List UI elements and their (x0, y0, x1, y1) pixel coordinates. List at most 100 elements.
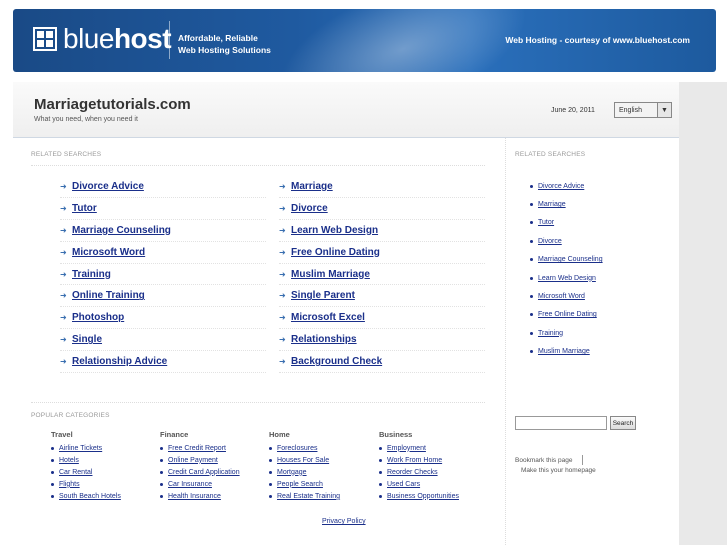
divider (31, 165, 485, 166)
related-search-link[interactable]: Marriage Counseling (72, 225, 171, 236)
bluehost-logo-icon (33, 27, 57, 51)
side-related-item: Learn Web Design (530, 269, 603, 287)
bookmark-link[interactable]: Bookmark this page (515, 457, 572, 464)
page-title: Marriagetutorials.com (34, 96, 191, 113)
related-search-link[interactable]: Relationship Advice (72, 356, 167, 367)
bluehost-logo[interactable]: bluehost (33, 23, 172, 55)
related-search-link[interactable]: Free Online Dating (291, 247, 380, 258)
category-column: Finance Free Credit Report Online Payment C… (160, 430, 240, 502)
bullet-icon (379, 482, 382, 486)
bullet-icon (160, 446, 163, 450)
bullet-icon (530, 313, 533, 317)
arrow-right-icon: ➜ (279, 225, 286, 235)
category-link[interactable]: Car Rental (59, 469, 92, 476)
category-link[interactable]: Real Estate Training (277, 493, 340, 500)
related-search-link[interactable]: Photoshop (72, 312, 124, 323)
category-link[interactable]: Work From Home (387, 457, 442, 464)
related-search-link[interactable]: Background Check (291, 356, 382, 367)
bullet-icon (530, 258, 533, 262)
category-link[interactable]: Used Cars (387, 481, 420, 488)
site-header: Marriagetutorials.com What you need, whe… (13, 82, 679, 138)
arrow-right-icon: ➜ (60, 181, 67, 191)
side-related-link[interactable]: Marriage (538, 201, 566, 208)
arrow-right-icon: ➜ (279, 181, 286, 191)
category-link[interactable]: Mortgage (277, 469, 307, 476)
category-item: Work From Home (379, 454, 459, 466)
category-link[interactable]: Business Opportunities (387, 493, 459, 500)
arrow-right-icon: ➜ (60, 247, 67, 257)
bullet-icon (51, 470, 54, 474)
related-search-link[interactable]: Divorce Advice (72, 181, 144, 192)
category-link[interactable]: South Beach Hotels (59, 493, 121, 500)
related-searches-side: Divorce Advice Marriage Tutor Divorce Marria… (530, 177, 603, 361)
side-related-item: Marriage (530, 195, 603, 213)
related-search-link[interactable]: Single Parent (291, 290, 355, 301)
category-heading: Finance (160, 430, 189, 439)
category-heading: Home (269, 430, 290, 439)
category-link[interactable]: Reorder Checks (387, 469, 438, 476)
related-search-link[interactable]: Tutor (72, 203, 97, 214)
category-item: Health Insurance (160, 490, 240, 502)
category-link[interactable]: Car Insurance (168, 481, 212, 488)
category-link[interactable]: Flights (59, 481, 80, 488)
related-search-link[interactable]: Online Training (72, 290, 145, 301)
arrow-right-icon: ➜ (279, 291, 286, 301)
related-search-item: ➜ Single (60, 329, 266, 352)
related-search-link[interactable]: Microsoft Word (72, 247, 145, 258)
category-link[interactable]: Employment (387, 445, 426, 452)
category-link[interactable]: Foreclosures (277, 445, 317, 452)
side-related-link[interactable]: Divorce (538, 238, 562, 245)
related-search-link[interactable]: Learn Web Design (291, 225, 378, 236)
bullet-icon (530, 295, 533, 299)
side-related-link[interactable]: Tutor (538, 219, 554, 226)
category-link[interactable]: Free Credit Report (168, 445, 226, 452)
chevron-down-icon[interactable]: ▼ (657, 103, 671, 117)
related-search-item: ➜ Divorce Advice (60, 176, 266, 198)
related-search-link[interactable]: Single (72, 334, 102, 345)
related-search-link[interactable]: Microsoft Excel (291, 312, 365, 323)
search-button[interactable]: Search (610, 416, 636, 430)
side-related-link[interactable]: Marriage Counseling (538, 256, 603, 263)
language-select[interactable]: English ▼ (614, 102, 672, 118)
category-link[interactable]: Health Insurance (168, 493, 221, 500)
related-search-link[interactable]: Marriage (291, 181, 333, 192)
side-related-item: Free Online Dating (530, 306, 603, 324)
related-search-link[interactable]: Divorce (291, 203, 328, 214)
related-searches-right: ➜ Marriage ➜ Divorce ➜ Learn Web Design ➜ Free … (279, 176, 485, 374)
category-item: Car Rental (51, 466, 121, 478)
category-list: Employment Work From Home Reorder Checks Us… (379, 442, 459, 502)
bullet-icon (51, 494, 54, 498)
category-item: Houses For Sale (269, 454, 340, 466)
search-input[interactable] (515, 416, 607, 430)
bullet-icon (530, 350, 533, 354)
bullet-icon (530, 184, 533, 188)
category-item: Online Payment (160, 454, 240, 466)
category-link[interactable]: Houses For Sale (277, 457, 329, 464)
arrow-right-icon: ➜ (60, 203, 67, 213)
side-related-link[interactable]: Microsoft Word (538, 293, 585, 300)
category-link[interactable]: People Search (277, 481, 323, 488)
side-related-link[interactable]: Muslim Marriage (538, 348, 590, 355)
side-related-link[interactable]: Free Online Dating (538, 311, 597, 318)
bullet-icon (379, 494, 382, 498)
category-link[interactable]: Online Payment (168, 457, 218, 464)
side-related-link[interactable]: Divorce Advice (538, 183, 584, 190)
privacy-policy-link[interactable]: Privacy Policy (322, 518, 366, 525)
related-search-link[interactable]: Muslim Marriage (291, 269, 370, 280)
category-item: Airline Tickets (51, 442, 121, 454)
related-search-link[interactable]: Relationships (291, 334, 357, 345)
bluehost-banner[interactable]: bluehost Affordable, Reliable Web Hostin… (13, 9, 716, 72)
homepage-link[interactable]: Make this your homepage (521, 467, 596, 474)
side-related-link[interactable]: Learn Web Design (538, 275, 596, 282)
category-link[interactable]: Hotels (59, 457, 79, 464)
category-link[interactable]: Airline Tickets (59, 445, 102, 452)
related-search-link[interactable]: Training (72, 269, 111, 280)
bluehost-logo-text: bluehost (63, 23, 172, 54)
side-related-link[interactable]: Training (538, 330, 563, 337)
category-column: Business Employment Work From Home Reorder … (379, 430, 459, 502)
divider (31, 402, 485, 403)
side-related-item: Divorce Advice (530, 177, 603, 195)
arrow-right-icon: ➜ (60, 225, 67, 235)
category-link[interactable]: Credit Card Application (168, 469, 240, 476)
category-column: Home Foreclosures Houses For Sale Mortgage P… (269, 430, 340, 502)
